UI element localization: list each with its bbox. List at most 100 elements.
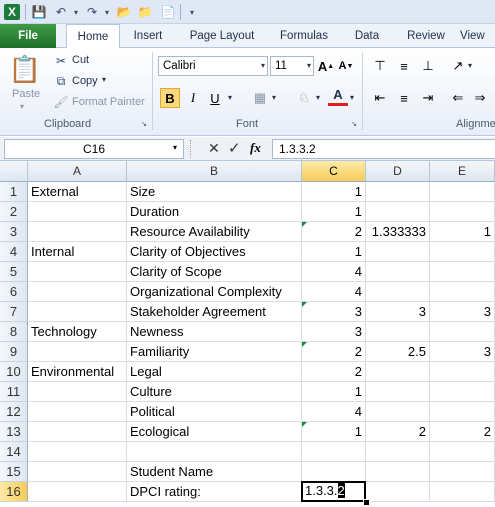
cell-a9[interactable] xyxy=(28,342,127,362)
cell-d10[interactable] xyxy=(366,362,430,382)
cell-b12[interactable]: Political xyxy=(127,402,302,422)
cell-b1[interactable]: Size xyxy=(127,182,302,202)
row-header-1[interactable]: 1 xyxy=(0,182,28,202)
tab-home[interactable]: Home xyxy=(66,24,120,51)
underline-button[interactable]: U xyxy=(205,88,225,108)
cell-d12[interactable] xyxy=(366,402,430,422)
cell-a8[interactable]: Technology xyxy=(28,322,127,342)
cell-a5[interactable] xyxy=(28,262,127,282)
bold-button[interactable]: B xyxy=(160,88,180,108)
cell-a10[interactable]: Environmental xyxy=(28,362,127,382)
cell-b9[interactable]: Familiarity xyxy=(127,342,302,362)
row-header-15[interactable]: 15 xyxy=(0,462,28,482)
cell-c9[interactable]: 2 xyxy=(302,342,366,362)
cut-button[interactable]: Cut xyxy=(72,54,89,66)
column-header-d[interactable]: D xyxy=(366,161,430,182)
cell-b3[interactable]: Resource Availability xyxy=(127,222,302,242)
column-header-c[interactable]: C xyxy=(302,161,366,182)
row-header-12[interactable]: 12 xyxy=(0,402,28,422)
cell-c11[interactable]: 1 xyxy=(302,382,366,402)
font-launcher-icon[interactable]: ↘ xyxy=(350,120,358,128)
tab-insert[interactable]: Insert xyxy=(124,24,172,48)
scissors-icon[interactable]: ✂ xyxy=(54,54,68,68)
cell-d9[interactable]: 2.5 xyxy=(366,342,430,362)
format-painter-icon[interactable]: 🖌 xyxy=(53,95,68,109)
folder-icon[interactable]: 📁 xyxy=(137,4,153,20)
column-header-e[interactable]: E xyxy=(430,161,495,182)
row-header-7[interactable]: 7 xyxy=(0,302,28,322)
clipboard-launcher-icon[interactable]: ↘ xyxy=(140,120,148,128)
fill-color-dropdown-icon[interactable]: ▾ xyxy=(316,93,320,102)
align-right-icon[interactable]: ⇥ xyxy=(418,88,438,108)
save-icon[interactable]: 💾 xyxy=(31,4,47,20)
paste-icon[interactable]: 📋 xyxy=(9,54,41,84)
cell-d7[interactable]: 3 xyxy=(366,302,430,322)
cell-d13[interactable]: 2 xyxy=(366,422,430,442)
borders-dropdown-icon[interactable]: ▾ xyxy=(272,93,276,102)
cell-a3[interactable] xyxy=(28,222,127,242)
cell-b6[interactable]: Organizational Complexity xyxy=(127,282,302,302)
cell-d14[interactable] xyxy=(366,442,430,462)
cell-c15[interactable] xyxy=(302,462,366,482)
cell-a2[interactable] xyxy=(28,202,127,222)
tab-view[interactable]: View xyxy=(460,24,495,48)
undo-dropdown-icon[interactable]: ▾ xyxy=(68,4,84,20)
shrink-font-icon[interactable]: A ▼ xyxy=(336,56,356,76)
cell-b16[interactable]: DPCI rating: xyxy=(127,482,302,502)
align-bottom-icon[interactable]: ⊥ xyxy=(418,56,438,76)
formula-input[interactable]: 1.3.3.2 xyxy=(272,139,495,159)
cell-d11[interactable] xyxy=(366,382,430,402)
grow-font-icon[interactable]: A ▲ xyxy=(316,56,336,76)
paste-button[interactable]: Paste xyxy=(12,88,40,100)
cell-e7[interactable]: 3 xyxy=(430,302,495,322)
cell-d6[interactable] xyxy=(366,282,430,302)
cell-d15[interactable] xyxy=(366,462,430,482)
font-color-dropdown-icon[interactable]: ▾ xyxy=(350,93,354,102)
font-color-button[interactable]: A xyxy=(328,86,348,106)
cell-b11[interactable]: Culture xyxy=(127,382,302,402)
new-document-icon[interactable]: 📄 xyxy=(160,4,176,20)
cell-c10[interactable]: 2 xyxy=(302,362,366,382)
cell-a13[interactable] xyxy=(28,422,127,442)
cell-d4[interactable] xyxy=(366,242,430,262)
cell-b15[interactable]: Student Name xyxy=(127,462,302,482)
copy-button[interactable]: Copy xyxy=(72,75,98,87)
cell-a11[interactable] xyxy=(28,382,127,402)
cell-b5[interactable]: Clarity of Scope xyxy=(127,262,302,282)
cell-a12[interactable] xyxy=(28,402,127,422)
redo-dropdown-icon[interactable]: ▾ xyxy=(99,4,115,20)
cell-a14[interactable] xyxy=(28,442,127,462)
decrease-indent-icon[interactable]: ⇐ xyxy=(448,88,468,108)
cell-e11[interactable] xyxy=(430,382,495,402)
cancel-entry-icon[interactable]: ✕ xyxy=(208,140,220,157)
cell-d2[interactable] xyxy=(366,202,430,222)
tab-page-layout[interactable]: Page Layout xyxy=(180,24,264,48)
row-header-3[interactable]: 3 xyxy=(0,222,28,242)
align-left-icon[interactable]: ⇤ xyxy=(370,88,390,108)
row-header-14[interactable]: 14 xyxy=(0,442,28,462)
cell-e6[interactable] xyxy=(430,282,495,302)
row-header-10[interactable]: 10 xyxy=(0,362,28,382)
cell-d1[interactable] xyxy=(366,182,430,202)
cell-c8[interactable]: 3 xyxy=(302,322,366,342)
underline-dropdown-icon[interactable]: ▾ xyxy=(228,93,232,102)
cell-d16[interactable] xyxy=(366,482,430,502)
cell-e16[interactable] xyxy=(430,482,495,502)
align-top-icon[interactable]: ⊤ xyxy=(370,56,390,76)
cell-d3[interactable]: 1.333333 xyxy=(366,222,430,242)
tab-formulas[interactable]: Formulas xyxy=(272,24,336,48)
cell-a15[interactable] xyxy=(28,462,127,482)
cell-e2[interactable] xyxy=(430,202,495,222)
orientation-dropdown-icon[interactable]: ▾ xyxy=(468,61,472,70)
cell-a7[interactable] xyxy=(28,302,127,322)
cell-c12[interactable]: 4 xyxy=(302,402,366,422)
active-cell-c16[interactable]: 1.3.3.2 xyxy=(301,481,366,502)
tab-review[interactable]: Review xyxy=(398,24,454,48)
row-header-13[interactable]: 13 xyxy=(0,422,28,442)
italic-button[interactable]: I xyxy=(183,88,203,108)
cell-e3[interactable]: 1 xyxy=(430,222,495,242)
font-size-select[interactable]: 11 ▾ xyxy=(270,56,314,76)
cell-c1[interactable]: 1 xyxy=(302,182,366,202)
increase-indent-icon[interactable]: ⇒ xyxy=(470,88,490,108)
cell-b8[interactable]: Newness xyxy=(127,322,302,342)
